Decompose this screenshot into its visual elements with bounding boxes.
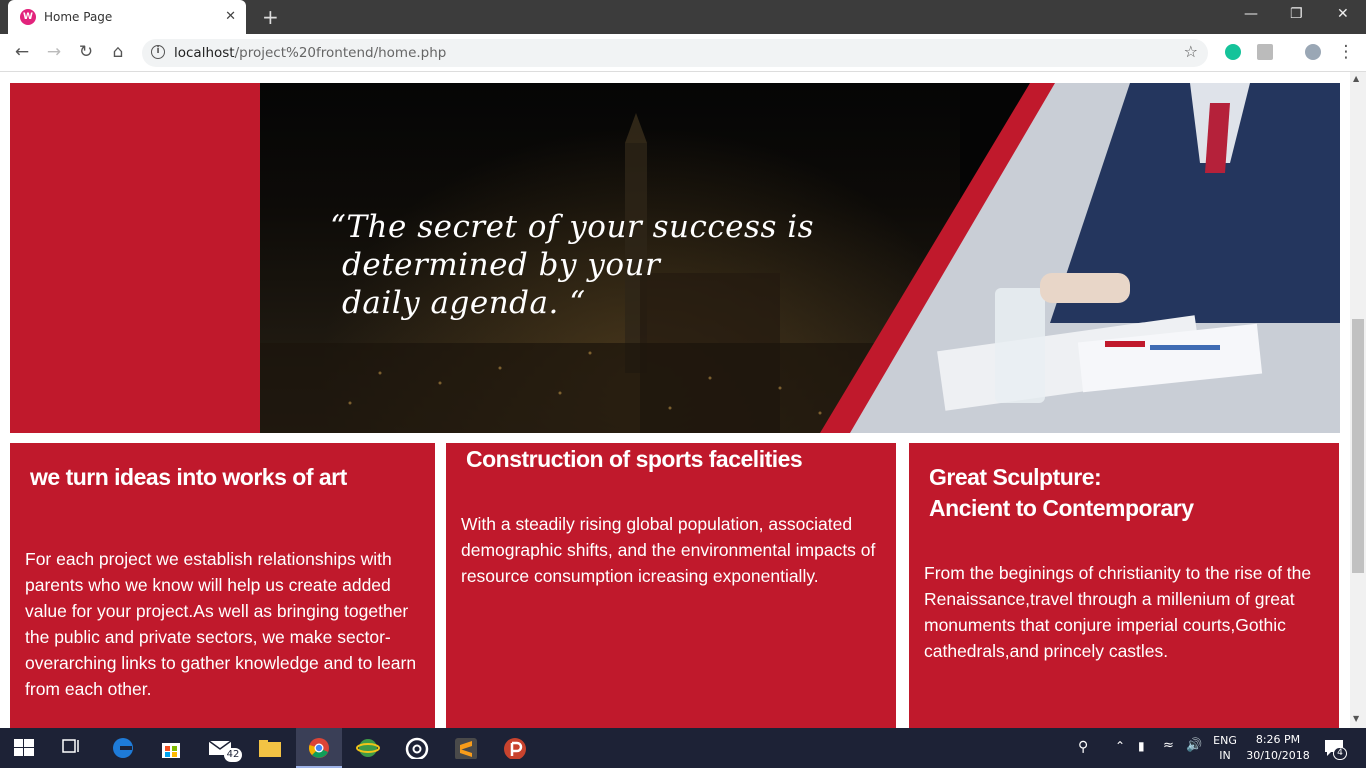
chrome-icon[interactable]	[308, 737, 330, 759]
card-body: With a steadily rising global population…	[461, 514, 876, 586]
edge-browser-icon[interactable]	[112, 737, 136, 759]
hero-banner: “The secret of your success is determine…	[10, 83, 1340, 433]
url-host: localhost	[174, 45, 235, 61]
quote-line: daily agenda. “	[342, 285, 586, 321]
hero-quote: “The secret of your success is determine…	[330, 208, 814, 322]
browser-tab-strip: W Home Page ✕ + — ❐ ✕	[0, 0, 1366, 34]
card-title-line: Great Sculpture:	[929, 464, 1102, 490]
scrollbar-thumb[interactable]	[1352, 319, 1364, 573]
notification-badge: 4	[1333, 747, 1347, 760]
task-view-icon[interactable]	[62, 737, 86, 759]
clock-time: 8:26 PM	[1255, 733, 1301, 746]
forward-icon[interactable]: →	[44, 42, 64, 62]
url-path: /project%20frontend/home.php	[234, 45, 447, 61]
clock[interactable]: 8:26 PM 30/10/2018	[1246, 732, 1310, 764]
sublime-text-icon[interactable]	[454, 737, 478, 759]
browser-tab[interactable]: W Home Page ✕	[8, 0, 246, 34]
store-icon[interactable]	[160, 737, 184, 759]
start-windows-icon[interactable]	[14, 739, 38, 761]
scroll-up-arrow-icon[interactable]: ▲	[1353, 74, 1359, 83]
file-explorer-icon[interactable]	[258, 737, 282, 759]
show-hidden-icons-chevron-icon[interactable]: ⌃	[1115, 739, 1125, 753]
clock-date: 30/10/2018	[1246, 749, 1310, 762]
browser-toolbar: ← → ↻ ⌂ i localhost/project%20frontend/h…	[0, 34, 1366, 72]
reload-icon[interactable]: ↻	[76, 42, 96, 62]
address-bar[interactable]: i localhost/project%20frontend/home.php …	[142, 39, 1208, 67]
banner-red-block	[10, 83, 260, 433]
groove-music-icon[interactable]	[405, 737, 429, 759]
new-tab-button[interactable]: +	[262, 5, 279, 29]
page-scrollbar[interactable]: ▲ ▼	[1350, 72, 1366, 728]
url-text[interactable]: localhost/project%20frontend/home.php	[174, 45, 446, 61]
battery-icon[interactable]: ▮	[1138, 739, 1145, 753]
language-region: IN	[1219, 749, 1231, 762]
feature-card-ideas: we turn ideas into works of art For each…	[10, 443, 435, 728]
card-body: For each project we establish relationsh…	[25, 549, 417, 699]
card-title: Construction of sports facelities	[466, 446, 803, 472]
card-body: From the beginings of christianity to th…	[924, 563, 1312, 661]
close-tab-icon[interactable]: ✕	[225, 9, 236, 24]
language-code: ENG	[1213, 734, 1237, 747]
tab-title: Home Page	[44, 10, 113, 24]
site-info-icon[interactable]: i	[151, 45, 165, 59]
profile-avatar-icon[interactable]	[1305, 44, 1321, 60]
quote-line: “The secret of your success is	[330, 209, 815, 245]
wamp-favicon-icon: W	[20, 9, 36, 25]
grammarly-extension-icon[interactable]	[1225, 44, 1241, 60]
card-title-line: Ancient to Contemporary	[929, 495, 1194, 521]
feature-card-sports: Construction of sports facelities With a…	[446, 443, 896, 728]
menu-icon[interactable]: ⋮	[1336, 42, 1356, 62]
chrome-taskbar-slot[interactable]	[296, 728, 342, 768]
page-viewport: “The secret of your success is determine…	[0, 72, 1350, 728]
pdf-extension-icon[interactable]	[1257, 44, 1273, 60]
windows-taskbar: 42 ⚲ ⌃ ▮ ≈ 🔊 ENG IN 8:26 PM 30/10/2018 4	[0, 728, 1366, 768]
volume-icon[interactable]: 🔊	[1186, 738, 1202, 753]
quote-line: determined by your	[342, 247, 661, 283]
globe-app-icon[interactable]	[356, 737, 380, 759]
scroll-down-arrow-icon[interactable]: ▼	[1353, 714, 1359, 723]
close-window-icon[interactable]: ✕	[1337, 6, 1349, 22]
bookmark-star-icon[interactable]: ☆	[1184, 42, 1198, 61]
restore-icon[interactable]: ❐	[1290, 6, 1303, 22]
feature-card-sculpture: Great Sculpture: Ancient to Contemporary…	[909, 443, 1339, 728]
mail-badge: 42	[224, 748, 242, 762]
businessman-photo	[800, 83, 1340, 433]
home-icon[interactable]: ⌂	[108, 42, 128, 62]
minimize-icon[interactable]: —	[1244, 6, 1258, 22]
psiphon-icon[interactable]	[503, 737, 527, 759]
card-title: we turn ideas into works of art	[30, 464, 347, 490]
wifi-icon[interactable]: ≈	[1163, 738, 1174, 753]
language-indicator[interactable]: ENG IN	[1210, 733, 1240, 763]
back-icon[interactable]: ←	[12, 42, 32, 62]
card-title: Great Sculpture: Ancient to Contemporary	[929, 462, 1194, 524]
people-icon[interactable]: ⚲	[1078, 739, 1088, 755]
